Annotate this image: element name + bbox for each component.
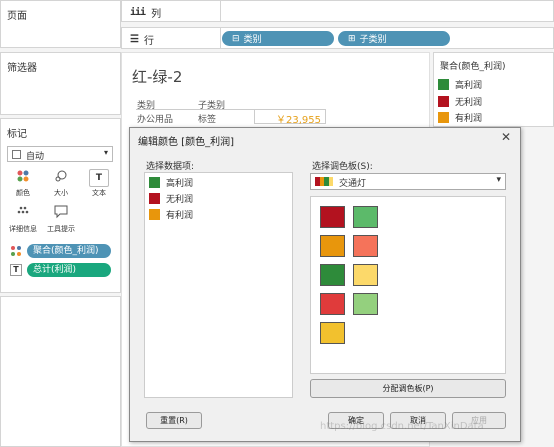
rows-divider bbox=[220, 28, 221, 48]
size-mark-button[interactable]: 大小 bbox=[47, 169, 75, 201]
palette-swatch[interactable] bbox=[320, 206, 345, 228]
columns-shelf-label: iii 列 bbox=[130, 5, 161, 20]
data-item-swatch bbox=[149, 209, 160, 220]
legend-swatch bbox=[438, 79, 449, 90]
data-item-swatch bbox=[149, 177, 160, 188]
data-item-label: 高利润 bbox=[166, 179, 194, 189]
watermark: https://blog.csdn.net/TanXinData bbox=[320, 421, 484, 432]
minus-box-icon: ⊟ bbox=[232, 33, 240, 44]
palette-swatch[interactable] bbox=[353, 293, 378, 315]
palette-swatch[interactable] bbox=[353, 235, 378, 257]
data-item-high-profit[interactable]: 高利润 bbox=[149, 176, 193, 189]
category-pill[interactable]: ⊟ 类别 bbox=[222, 31, 334, 46]
palette-swatch[interactable] bbox=[320, 235, 345, 257]
data-item-has-profit[interactable]: 有利润 bbox=[149, 208, 193, 221]
category-pill-label: 类别 bbox=[243, 35, 262, 45]
palette-dropdown[interactable]: 交通灯 ▾ bbox=[310, 173, 506, 190]
row-subcategory: 标签 bbox=[198, 115, 217, 125]
palette-swatch[interactable] bbox=[320, 293, 345, 315]
data-item-swatch bbox=[149, 193, 160, 204]
color-mark-button[interactable]: 颜色 bbox=[9, 169, 37, 201]
legend-label: 高利润 bbox=[455, 81, 483, 91]
palette-value: 交通灯 bbox=[339, 179, 367, 189]
palette-swatch[interactable] bbox=[320, 322, 345, 344]
detail-mark-button[interactable]: 详细信息 bbox=[9, 205, 37, 237]
legend-title: 聚合(颜色_利润) bbox=[440, 62, 506, 72]
filters-title: 筛选器 bbox=[7, 63, 37, 74]
text-mark-label: 文本 bbox=[92, 189, 106, 197]
palette-swatch[interactable] bbox=[353, 264, 378, 286]
mark-type-dropdown[interactable]: 自动 ▾ bbox=[7, 146, 113, 162]
filters-panel: 筛选器 bbox=[0, 52, 121, 115]
data-item-no-profit[interactable]: 无利润 bbox=[149, 192, 193, 205]
marks-panel: 标记 自动 ▾ 颜色 大小 T 文本 详细信息 工具提示 聚合(颜色_利润) T… bbox=[0, 118, 121, 293]
detail-dots-icon bbox=[13, 205, 33, 223]
view-title: 红-绿-2 bbox=[132, 68, 183, 86]
palette-swatch[interactable] bbox=[353, 206, 378, 228]
data-items-list[interactable]: 高利润 无利润 有利润 bbox=[144, 172, 293, 398]
chevron-down-icon: ▾ bbox=[103, 148, 108, 157]
color-field-pill[interactable]: 聚合(颜色_利润) bbox=[27, 244, 111, 258]
dialog-title: 编辑颜色 [颜色_利润] bbox=[138, 137, 234, 148]
rows-shelf-label: ☰ 行 bbox=[130, 32, 154, 47]
palette-label: 选择调色板(S): bbox=[312, 162, 373, 172]
value-cell[interactable]: ￥23,955 bbox=[254, 109, 326, 126]
rows-icon: ☰ bbox=[130, 34, 139, 45]
text-field-icon: T bbox=[10, 264, 22, 276]
rows-label: 行 bbox=[143, 36, 154, 47]
data-item-label: 无利润 bbox=[166, 195, 194, 205]
chevron-down-icon: ▾ bbox=[496, 175, 501, 185]
marks-title: 标记 bbox=[7, 129, 27, 140]
pages-panel: 页面 bbox=[0, 0, 121, 48]
pages-title: 页面 bbox=[7, 11, 27, 22]
rows-shelf[interactable]: ☰ 行 ⊟ 类别 ⊞ 子类别 bbox=[121, 27, 554, 49]
legend-item[interactable]: 有利润 bbox=[438, 111, 482, 124]
data-items-label: 选择数据项: bbox=[146, 162, 195, 172]
legend-item[interactable]: 无利润 bbox=[438, 95, 482, 108]
columns-icon: iii bbox=[130, 7, 146, 18]
mark-type-value: 自动 bbox=[26, 152, 45, 162]
columns-divider bbox=[220, 1, 221, 21]
size-mark-label: 大小 bbox=[54, 189, 68, 197]
palette-swatch-area bbox=[310, 196, 506, 374]
sidebar-empty-area bbox=[0, 296, 121, 447]
legend-label: 有利润 bbox=[455, 114, 483, 124]
close-icon[interactable]: ✕ bbox=[498, 130, 514, 146]
columns-label: 列 bbox=[151, 9, 162, 20]
subcategory-pill-label: 子类别 bbox=[359, 35, 387, 45]
row-category: 办公用品 bbox=[137, 115, 174, 125]
reset-button[interactable]: 重置(R) bbox=[146, 412, 202, 429]
color-mark-label: 颜色 bbox=[16, 189, 30, 197]
mark-type-icon bbox=[12, 150, 21, 159]
legend-label: 无利润 bbox=[455, 98, 483, 108]
edit-colors-dialog: 编辑颜色 [颜色_利润] ✕ 选择数据项: 高利润 无利润 有利润 选择调色板(… bbox=[129, 127, 521, 442]
legend-swatch bbox=[438, 112, 449, 123]
columns-shelf[interactable]: iii 列 bbox=[121, 0, 554, 22]
detail-mark-label: 详细信息 bbox=[9, 225, 37, 233]
text-field-pill[interactable]: 总计(利润) bbox=[27, 263, 111, 277]
tooltip-mark-button[interactable]: 工具提示 bbox=[47, 205, 75, 237]
tooltip-icon bbox=[51, 205, 71, 223]
palette-traffic-icon bbox=[315, 177, 333, 186]
size-icon bbox=[51, 169, 71, 187]
value-text: ￥23,955 bbox=[276, 115, 321, 126]
legend-swatch bbox=[438, 96, 449, 107]
plus-box-icon: ⊞ bbox=[348, 33, 356, 44]
text-mark-button[interactable]: T 文本 bbox=[85, 169, 113, 201]
color-field-dots-icon bbox=[10, 245, 22, 260]
data-item-label: 有利润 bbox=[166, 211, 194, 221]
text-icon: T bbox=[89, 169, 109, 187]
color-dots-icon bbox=[13, 169, 33, 187]
assign-palette-button[interactable]: 分配调色板(P) bbox=[310, 379, 506, 398]
subcategory-pill[interactable]: ⊞ 子类别 bbox=[338, 31, 450, 46]
palette-swatch[interactable] bbox=[320, 264, 345, 286]
legend-item[interactable]: 高利润 bbox=[438, 78, 482, 91]
tooltip-mark-label: 工具提示 bbox=[47, 225, 75, 233]
